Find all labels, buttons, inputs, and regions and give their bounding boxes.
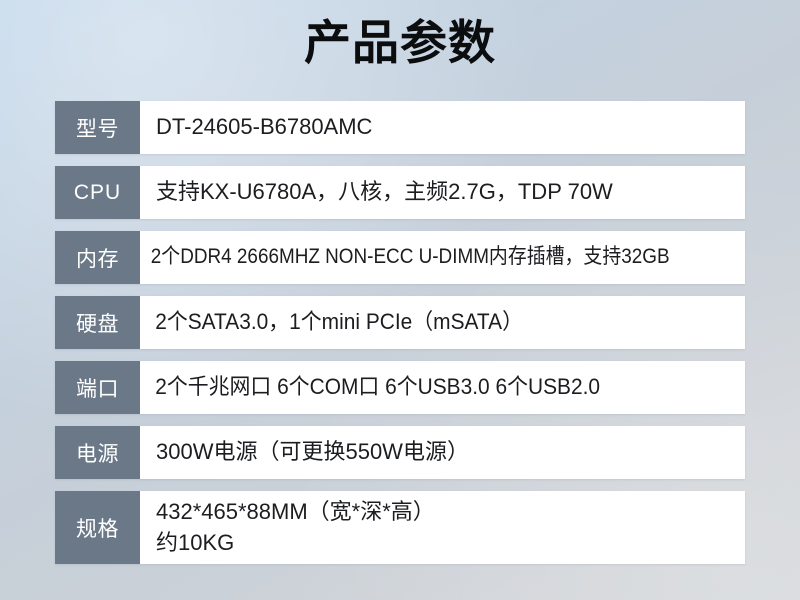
spec-value-cpu: 支持KX-U6780A，八核，主频2.7G，TDP 70W xyxy=(156,179,613,205)
table-row: 内存 2个DDR4 2666MHZ NON-ECC U-DIMM内存插槽，支持3… xyxy=(55,231,745,284)
spec-label-memory: 内存 xyxy=(55,231,140,284)
table-row: 端口 2个千兆网口 6个COM口 6个USB3.0 6个USB2.0 xyxy=(55,361,745,414)
table-row: 规格 432*465*88MM（宽*深*高） 约10KG xyxy=(55,491,745,564)
table-row: CPU 支持KX-U6780A，八核，主频2.7G，TDP 70W xyxy=(55,166,745,219)
page-title: 产品参数 xyxy=(304,16,496,69)
spec-label-storage: 硬盘 xyxy=(55,296,140,349)
spec-table: 型号 DT-24605-B6780AMC CPU 支持KX-U6780A，八核，… xyxy=(55,101,745,564)
spec-label-model: 型号 xyxy=(55,101,140,154)
spec-value-dimensions: 432*465*88MM（宽*深*高） 约10KG xyxy=(140,491,745,564)
spec-value-ports: 2个千兆网口 6个COM口 6个USB3.0 6个USB2.0 xyxy=(155,374,601,400)
spec-value-dimensions-line2: 约10KG xyxy=(156,529,235,555)
table-row: 硬盘 2个SATA3.0，1个mini PCIe（mSATA） xyxy=(55,296,745,349)
spec-value-power: 300W电源（可更换550W电源） xyxy=(156,439,469,465)
table-row: 型号 DT-24605-B6780AMC xyxy=(55,101,745,154)
spec-value-model: DT-24605-B6780AMC xyxy=(156,114,373,140)
spec-label-power: 电源 xyxy=(55,426,140,479)
spec-value-storage: 2个SATA3.0，1个mini PCIe（mSATA） xyxy=(155,309,523,335)
spec-label-cpu: CPU xyxy=(55,166,140,219)
spec-value-memory: 2个DDR4 2666MHZ NON-ECC U-DIMM内存插槽，支持32GB xyxy=(150,245,670,269)
spec-label-ports: 端口 xyxy=(55,361,140,414)
table-row: 电源 300W电源（可更换550W电源） xyxy=(55,426,745,479)
spec-label-dimensions: 规格 xyxy=(55,491,140,564)
spec-value-dimensions-line1: 432*465*88MM（宽*深*高） xyxy=(156,499,435,525)
product-spec-page: 产品参数 型号 DT-24605-B6780AMC CPU 支持KX-U6780… xyxy=(0,0,800,600)
